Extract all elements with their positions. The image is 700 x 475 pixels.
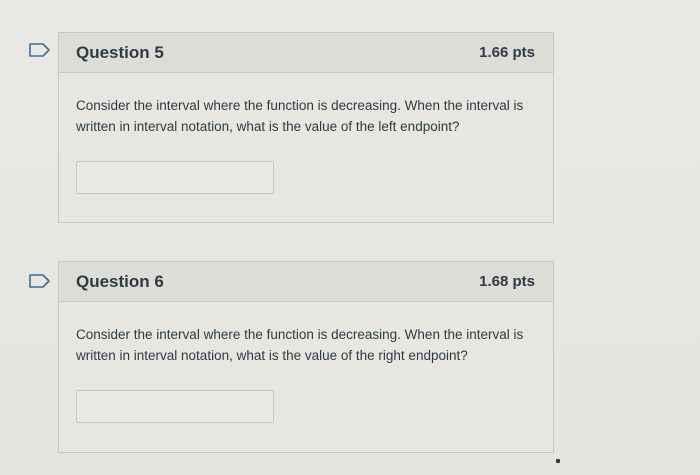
question-6: Question 6 1.68 pts Consider the interva…: [58, 261, 554, 453]
question-points: 1.66 pts: [479, 44, 535, 61]
flag-question-5-icon[interactable]: [29, 43, 51, 57]
question-title: Question 5: [76, 42, 164, 62]
question-5: Question 5 1.66 pts Consider the interva…: [58, 32, 554, 223]
stray-mark: [556, 459, 560, 463]
quiz-page: Question 5 1.66 pts Consider the interva…: [0, 0, 700, 475]
question-title: Question 6: [76, 271, 164, 291]
flag-question-6-icon[interactable]: [29, 274, 51, 288]
question-text: Consider the interval where the function…: [76, 327, 524, 363]
question-header: Question 5 1.66 pts: [59, 33, 553, 73]
question-body: Consider the interval where the function…: [59, 302, 553, 423]
answer-input-question-6[interactable]: [76, 390, 274, 423]
question-body: Consider the interval where the function…: [59, 73, 553, 194]
question-header: Question 6 1.68 pts: [59, 262, 553, 302]
question-points: 1.68 pts: [479, 273, 535, 290]
answer-input-question-5[interactable]: [76, 161, 274, 194]
question-text: Consider the interval where the function…: [76, 98, 524, 134]
